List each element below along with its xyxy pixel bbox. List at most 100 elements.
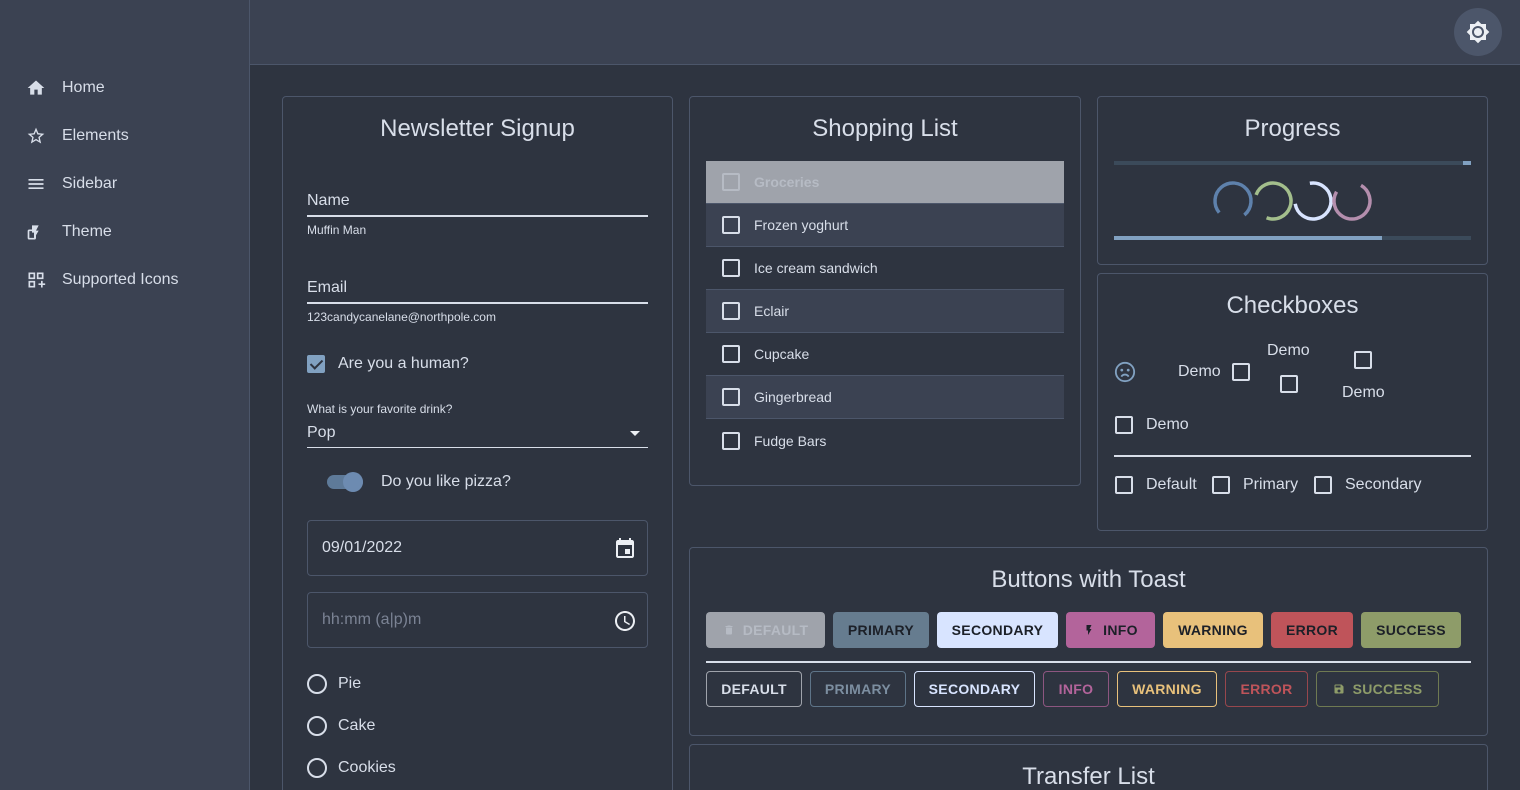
list-item[interactable]: Ice cream sandwich	[706, 247, 1064, 290]
buttons-card: Buttons with Toast DEFAULT PRIMARY SECON…	[689, 547, 1488, 736]
outlined-error-button[interactable]: ERROR	[1225, 671, 1308, 707]
list-item[interactable]: Cupcake	[706, 333, 1064, 376]
radio-cake-row[interactable]: Cake	[307, 716, 375, 736]
checkbox-demo-row[interactable]: Demo	[1115, 416, 1189, 434]
checkbox-label-top-box[interactable]	[1280, 375, 1298, 393]
icons-icon	[26, 270, 46, 290]
outlined-info-button[interactable]: INFO	[1043, 671, 1109, 707]
radio-cookies-row[interactable]: Cookies	[307, 758, 396, 778]
radio-label: Pie	[338, 675, 362, 692]
list-item-checkbox[interactable]	[722, 259, 740, 277]
pizza-switch-row[interactable]: Do you like pizza?	[327, 472, 511, 492]
sidebar-item-home[interactable]: Home	[0, 64, 249, 112]
checkbox-demo[interactable]	[1115, 416, 1133, 434]
save-icon	[1333, 683, 1345, 695]
checkbox-default-row[interactable]: Default	[1115, 476, 1197, 494]
time-input-placeholder: hh:mm (a|p)m	[322, 611, 422, 628]
name-field-label[interactable]: Name	[307, 192, 350, 210]
checkbox-primary-row[interactable]: Primary	[1212, 476, 1298, 494]
bolt-icon	[1083, 624, 1095, 636]
chevron-down-icon[interactable]	[630, 431, 640, 436]
name-field[interactable]	[307, 215, 648, 217]
home-icon	[26, 78, 46, 98]
radio-cake[interactable]	[307, 716, 327, 736]
list-item-label: Cupcake	[754, 346, 810, 362]
radio-label: Cake	[338, 717, 376, 734]
outlined-primary-button[interactable]: PRIMARY	[810, 671, 906, 707]
checkbox-label-bottom-box[interactable]	[1354, 351, 1372, 369]
date-input[interactable]: 09/01/2022	[307, 520, 648, 576]
radio-pie[interactable]	[307, 674, 327, 694]
list-item-label: Frozen yoghurt	[754, 217, 849, 233]
button-label: PRIMARY	[847, 622, 915, 638]
checkbox-label-start: Demo	[1178, 363, 1221, 380]
drink-select[interactable]	[307, 447, 648, 448]
checkbox-label-bottom: Demo	[1342, 384, 1385, 401]
theme-toggle-button[interactable]	[1454, 8, 1502, 56]
divider	[1114, 455, 1471, 457]
outlined-success-button[interactable]: SUCCESS	[1316, 671, 1439, 707]
human-checkbox-row[interactable]: Are you a human?	[307, 355, 469, 373]
pizza-switch[interactable]	[327, 472, 363, 492]
circular-progress-info	[1332, 181, 1372, 221]
contained-primary-button[interactable]: PRIMARY	[833, 612, 929, 648]
buttons-title: Buttons with Toast	[991, 566, 1186, 593]
checkboxes-title: Checkboxes	[1226, 292, 1359, 319]
checkbox-primary[interactable]	[1212, 476, 1230, 494]
list-header-groceries[interactable]: Groceries	[706, 161, 1064, 204]
menu-icon	[26, 174, 46, 194]
outlined-default-button[interactable]: DEFAULT	[706, 671, 802, 707]
checkbox-default-label: Default	[1146, 476, 1197, 493]
list-item-label: Eclair	[754, 303, 790, 319]
linear-progress-bar	[1114, 236, 1471, 240]
outlined-secondary-button[interactable]: SECONDARY	[914, 671, 1035, 707]
checkbox-secondary[interactable]	[1314, 476, 1332, 494]
contained-error-button[interactable]: ERROR	[1271, 612, 1353, 648]
sidebar-item-label: Supported Icons	[62, 271, 179, 288]
checkbox-label-start-box[interactable]	[1232, 363, 1250, 381]
list-item-checkbox[interactable]	[722, 388, 740, 406]
outlined-warning-button[interactable]: WARNING	[1117, 671, 1217, 707]
sidebar-item-elements[interactable]: Elements	[0, 112, 249, 160]
switch-thumb	[343, 472, 363, 492]
theme-icon	[26, 222, 46, 242]
radio-cookies[interactable]	[307, 758, 327, 778]
radio-pie-row[interactable]: Pie	[307, 674, 361, 694]
delete-icon	[723, 624, 735, 636]
button-label: DEFAULT	[742, 622, 809, 638]
sad-face-icon[interactable]	[1114, 361, 1136, 388]
human-checkbox[interactable]	[307, 355, 325, 373]
list-item-checkbox[interactable]	[722, 431, 740, 450]
sidebar-item-sidebar[interactable]: Sidebar	[0, 160, 249, 208]
time-input[interactable]: hh:mm (a|p)m	[307, 592, 648, 648]
divider	[706, 661, 1471, 663]
circular-progress-primary	[1213, 181, 1253, 221]
sidebar-item-label: Theme	[62, 223, 112, 240]
pizza-switch-label: Do you like pizza?	[381, 473, 511, 490]
contained-success-button[interactable]: SUCCESS	[1361, 612, 1461, 648]
list-item-checkbox[interactable]	[722, 302, 740, 320]
contained-warning-button[interactable]: WARNING	[1163, 612, 1263, 648]
email-field-label[interactable]: Email	[307, 279, 347, 297]
drink-select-value[interactable]: Pop	[307, 424, 335, 442]
list-item[interactable]: Gingerbread	[706, 376, 1064, 419]
list-item-checkbox[interactable]	[722, 216, 740, 234]
sidebar-item-theme[interactable]: Theme	[0, 208, 249, 256]
radio-label: Cookies	[338, 759, 396, 776]
contained-default-button[interactable]: DEFAULT	[706, 612, 825, 648]
checkbox-default[interactable]	[1115, 476, 1133, 494]
select-all-checkbox[interactable]	[722, 173, 740, 191]
checkbox-primary-label: Primary	[1243, 476, 1299, 493]
sidebar-item-supported-icons[interactable]: Supported Icons	[0, 256, 249, 304]
list-item[interactable]: Frozen yoghurt	[706, 204, 1064, 247]
transfer-list-title: Transfer List	[1022, 763, 1155, 790]
contained-info-button[interactable]: INFO	[1066, 612, 1155, 648]
list-item[interactable]: Fudge Bars	[706, 419, 1064, 462]
list-item-label: Ice cream sandwich	[754, 260, 878, 276]
contained-secondary-button[interactable]: SECONDARY	[937, 612, 1058, 648]
checkbox-secondary-row[interactable]: Secondary	[1314, 476, 1422, 494]
email-helper-text: 123candycanelane@northpole.com	[307, 310, 496, 324]
email-field[interactable]	[307, 302, 648, 304]
list-item[interactable]: Eclair	[706, 290, 1064, 333]
list-item-checkbox[interactable]	[722, 345, 740, 363]
